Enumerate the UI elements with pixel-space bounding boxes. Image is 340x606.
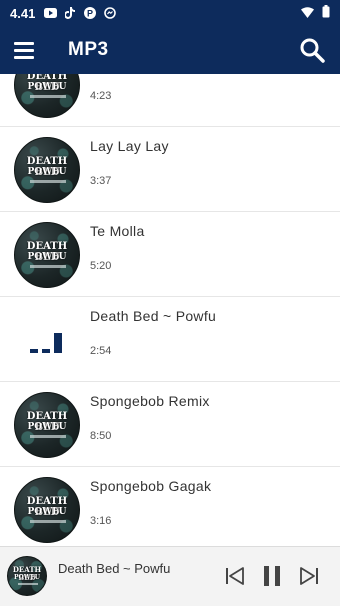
- song-title: Spongebob Gagak: [90, 478, 212, 494]
- status-time: 4.41: [10, 5, 36, 21]
- song-row[interactable]: DEATH BED POWFU Lay Lay Lay 3:37: [0, 127, 340, 212]
- song-list[interactable]: DEATH BED POWFU 4:23 DEATH BED POWFU Lay L…: [0, 74, 340, 546]
- battery-icon: [322, 5, 330, 21]
- song-row[interactable]: DEATH BED POWFU Spongebob Gagak 3:16: [0, 467, 340, 546]
- youtube-icon: [43, 6, 57, 20]
- song-row[interactable]: DEATH BED POWFU 4:23: [0, 74, 340, 127]
- song-title: Death Bed ~ Powfu: [90, 308, 217, 324]
- song-title: Te Molla: [90, 223, 145, 239]
- wifi-icon: [301, 6, 314, 21]
- song-title: Spongebob Remix: [90, 393, 210, 409]
- song-row[interactable]: DEATH BED POWFU Spongebob Remix 8:50: [0, 382, 340, 467]
- svg-text:P: P: [87, 9, 93, 19]
- album-art: DEATH BED POWFU: [14, 392, 80, 458]
- tiktok-icon: [63, 6, 77, 20]
- next-track-button[interactable]: [296, 563, 322, 589]
- equalizer-icon: [30, 327, 70, 353]
- song-row-playing[interactable]: Death Bed ~ Powfu 2:54: [0, 297, 340, 382]
- song-duration: 2:54: [90, 345, 112, 357]
- album-art: DEATH BED POWFU: [14, 137, 80, 203]
- pause-icon: [264, 566, 280, 586]
- song-title: Lay Lay Lay: [90, 138, 169, 154]
- song-duration: 3:37: [90, 175, 112, 187]
- album-art: DEATH BED POWFU: [14, 74, 80, 118]
- skip-previous-icon: [226, 567, 244, 585]
- hamburger-menu-icon[interactable]: [14, 38, 38, 62]
- song-duration: 5:20: [90, 260, 112, 272]
- page-title: MP3: [68, 39, 109, 60]
- song-duration: 4:23: [90, 90, 112, 102]
- album-art: DEATH BED POWFU: [14, 222, 80, 288]
- song-row[interactable]: DEATH BED POWFU Te Molla 5:20: [0, 212, 340, 297]
- pause-button[interactable]: [259, 563, 285, 589]
- song-duration: 3:16: [90, 515, 112, 527]
- search-icon[interactable]: [298, 36, 326, 64]
- now-playing-album-art: DEATH BED POWFU: [7, 556, 47, 596]
- status-bar: 4.41 P: [0, 0, 340, 26]
- messenger-icon: [103, 6, 117, 20]
- pinterest-icon: P: [83, 6, 97, 20]
- song-duration: 8:50: [90, 430, 112, 442]
- app-bar: MP3: [0, 26, 340, 74]
- previous-track-button[interactable]: [222, 563, 248, 589]
- now-playing-bar[interactable]: DEATH BED POWFU Death Bed ~ Powfu: [0, 546, 340, 606]
- album-art: DEATH BED POWFU: [14, 477, 80, 543]
- now-playing-title: Death Bed ~ Powfu: [58, 561, 171, 576]
- skip-next-icon: [300, 567, 318, 585]
